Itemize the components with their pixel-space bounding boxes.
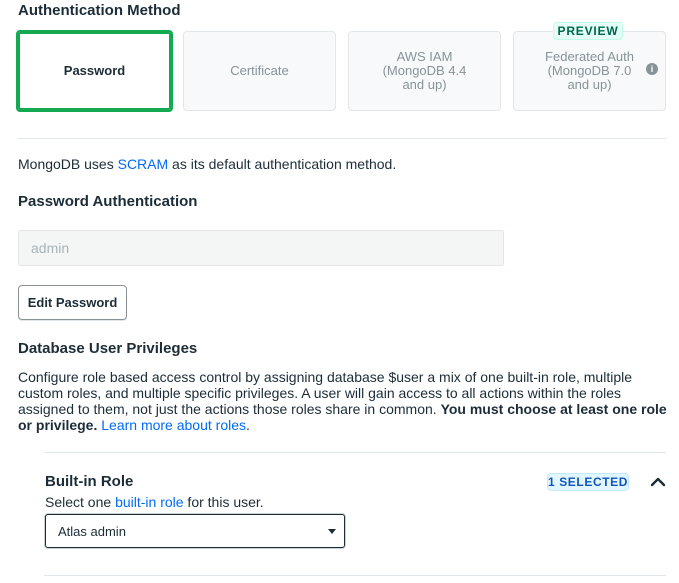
section-divider <box>44 452 666 453</box>
auth-method-heading: Authentication Method <box>18 2 181 19</box>
auth-option-federated[interactable]: Federated Auth (MongoDB 7.0 and up) <box>513 31 666 111</box>
builtin-role-link[interactable]: built-in role <box>115 494 183 510</box>
password-auth-heading: Password Authentication <box>18 193 198 210</box>
builtin-role-hint: Select one built-in role for this user. <box>45 494 264 510</box>
auth-option-sublabel: and up) <box>402 77 447 92</box>
section-divider <box>44 575 666 576</box>
auth-option-sublabel: (MongoDB 4.4 <box>382 63 467 78</box>
auth-option-label: Federated Auth <box>545 49 634 64</box>
selected-count-badge: 1 SELECTED <box>547 473 629 491</box>
scram-link[interactable]: SCRAM <box>118 156 169 172</box>
auth-option-aws-iam[interactable]: AWS IAM (MongoDB 4.4 and up) <box>348 31 501 111</box>
builtin-role-heading[interactable]: Built-in Role <box>45 473 133 490</box>
privileges-suffix: . <box>246 417 250 433</box>
auth-option-sublabel: (MongoDB 7.0 <box>547 63 632 78</box>
username-field: admin <box>18 230 504 266</box>
learn-more-roles-link[interactable]: Learn more about roles <box>101 417 246 433</box>
auth-option-label: Certificate <box>230 63 289 78</box>
caret-down-icon <box>328 529 336 534</box>
info-icon[interactable]: i <box>646 63 658 75</box>
auth-option-label: Password <box>63 63 126 78</box>
hint-text: Select one <box>45 494 116 510</box>
intro-text: MongoDB uses <box>18 156 118 172</box>
auth-option-certificate[interactable]: Certificate <box>183 31 336 111</box>
database-user-form: Authentication Method Password Certifica… <box>0 0 679 583</box>
auth-option-password[interactable]: Password <box>16 30 173 112</box>
section-divider <box>18 138 666 139</box>
auth-option-sublabel: and up) <box>567 77 612 92</box>
auth-option-label: AWS IAM <box>396 49 453 64</box>
chevron-up-icon[interactable] <box>650 475 666 487</box>
builtin-role-select[interactable]: Atlas admin <box>45 514 345 548</box>
preview-badge: PREVIEW <box>553 22 623 40</box>
hint-text: for this user. <box>183 494 264 510</box>
select-value: Atlas admin <box>58 523 126 539</box>
privileges-description: Configure role based access control by a… <box>18 369 668 433</box>
privileges-heading: Database User Privileges <box>18 340 198 357</box>
auth-intro-text: MongoDB uses SCRAM as its default authen… <box>18 156 396 172</box>
intro-text: as its default authentication method. <box>168 156 397 172</box>
edit-password-button[interactable]: Edit Password <box>18 285 127 320</box>
